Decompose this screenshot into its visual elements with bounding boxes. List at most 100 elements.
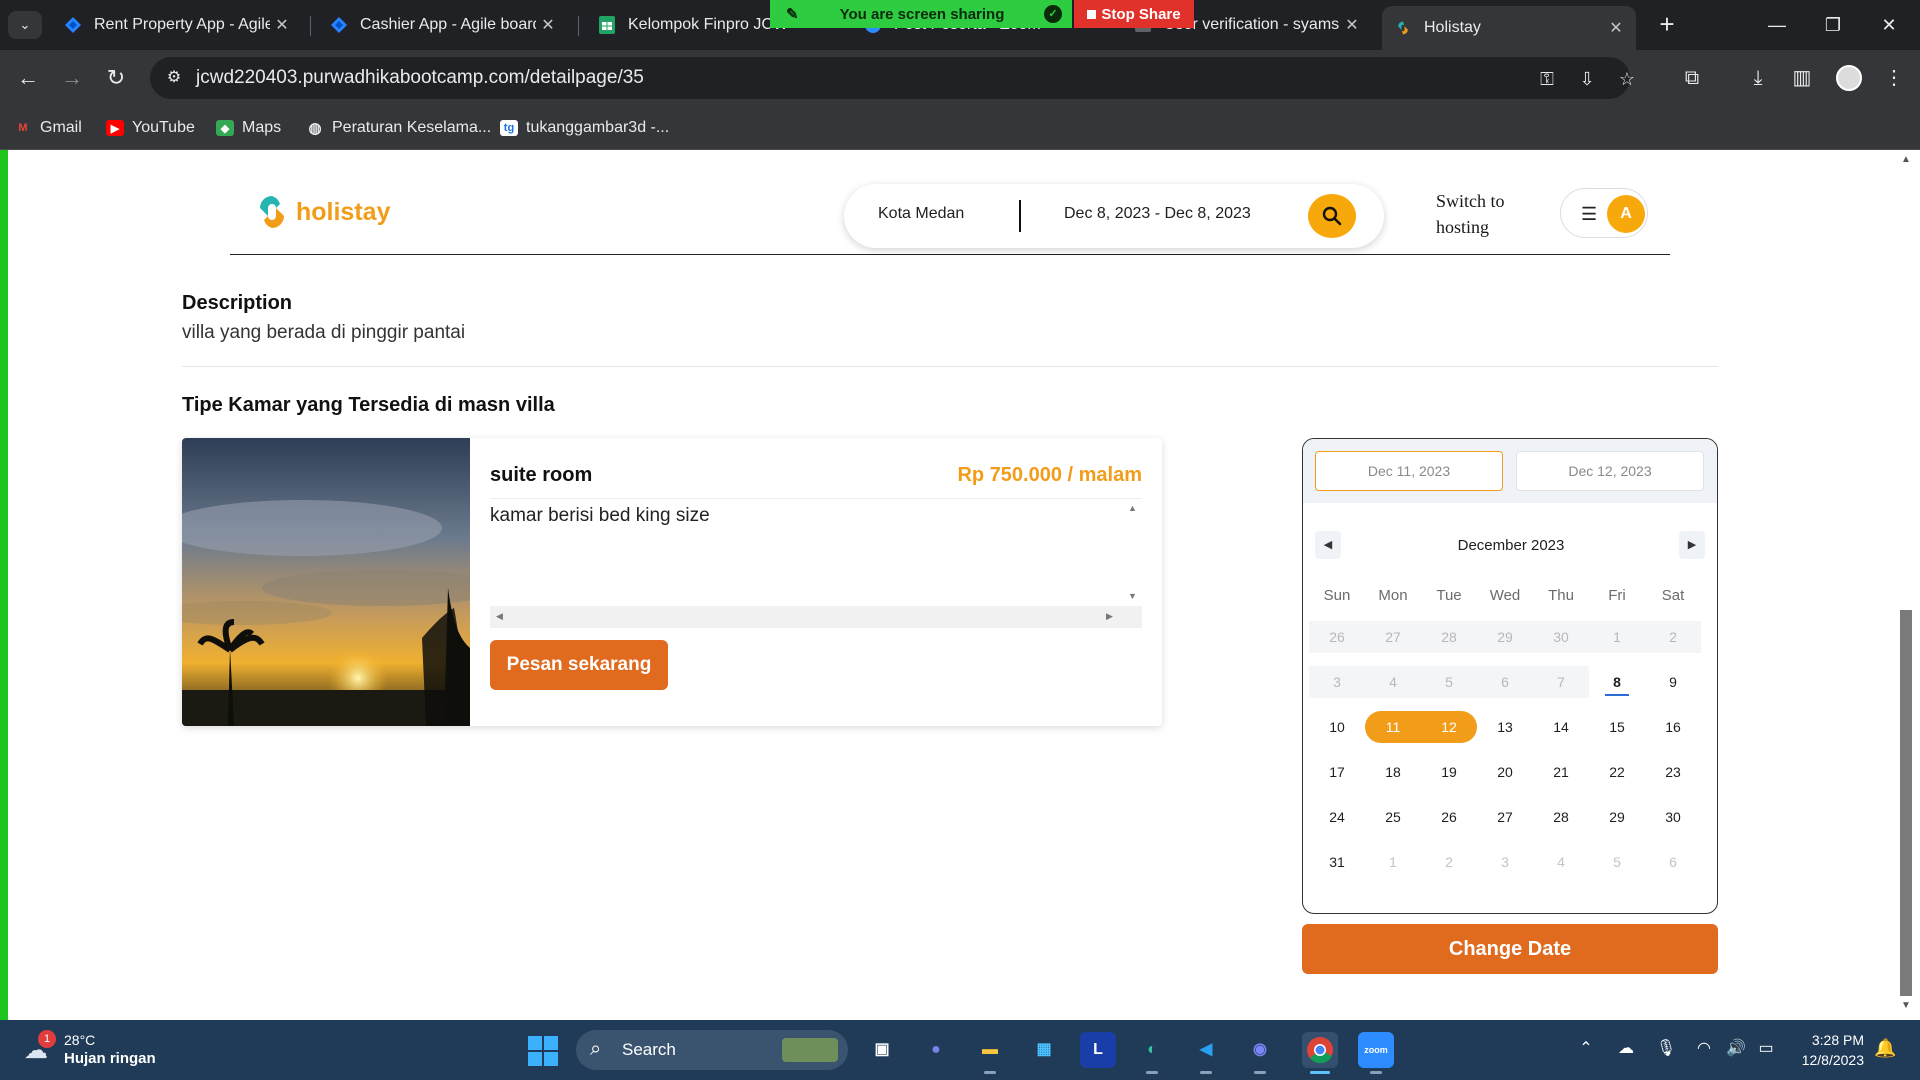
site-settings-icon[interactable]: ⚙ bbox=[164, 68, 184, 88]
next-month-button[interactable]: ▶ bbox=[1679, 531, 1705, 559]
scroll-down-icon[interactable]: ▼ bbox=[1898, 1000, 1914, 1014]
calendar-day[interactable]: 22 bbox=[1589, 756, 1645, 788]
taskbar-search[interactable]: ⌕ Search bbox=[576, 1030, 848, 1070]
stop-share-button[interactable]: Stop Share bbox=[1074, 0, 1194, 28]
holistay-logo[interactable]: holistay bbox=[252, 192, 390, 232]
forward-icon[interactable]: → bbox=[58, 64, 86, 92]
start-date-input[interactable]: Dec 11, 2023 bbox=[1315, 451, 1503, 491]
tab-rent-property[interactable]: Rent Property App - Agile b ✕ bbox=[52, 8, 302, 42]
scroll-up-icon[interactable]: ▲ bbox=[1128, 503, 1137, 513]
calendar-day[interactable]: 27 bbox=[1477, 801, 1533, 833]
file-explorer-icon[interactable]: ▬ bbox=[972, 1032, 1008, 1074]
calendar-day[interactable]: 30 bbox=[1645, 801, 1701, 833]
calendar-day[interactable]: 16 bbox=[1645, 711, 1701, 743]
key-icon[interactable]: ⚿ bbox=[1536, 68, 1558, 90]
search-bar[interactable]: Kota Medan Dec 8, 2023 - Dec 8, 2023 bbox=[844, 184, 1384, 248]
zoom-icon[interactable]: zoom bbox=[1358, 1032, 1394, 1074]
system-clock[interactable]: 3:28 PM 12/8/2023 bbox=[1784, 1030, 1864, 1070]
bookmark-youtube[interactable]: ▶ YouTube bbox=[106, 118, 195, 138]
calendar-day[interactable]: 30 bbox=[1533, 621, 1589, 653]
edge-icon[interactable]: ◐ bbox=[1134, 1032, 1170, 1074]
discord-icon[interactable]: ◉ bbox=[1242, 1032, 1278, 1074]
vertical-scrollbar[interactable]: ▲ ▼ bbox=[1122, 499, 1142, 607]
calendar-day[interactable]: 24 bbox=[1309, 801, 1365, 833]
change-date-button[interactable]: Change Date bbox=[1302, 924, 1718, 974]
book-now-button[interactable]: Pesan sekarang bbox=[490, 640, 668, 690]
downloads-icon[interactable]: ⤓ bbox=[1744, 64, 1772, 92]
user-menu-button[interactable]: ☰ A bbox=[1560, 188, 1648, 238]
calendar-day[interactable]: 31 bbox=[1309, 846, 1365, 878]
bookmark-star-icon[interactable]: ☆ bbox=[1616, 68, 1638, 90]
calendar-day[interactable]: 4 bbox=[1533, 846, 1589, 878]
close-tab-icon[interactable]: ✕ bbox=[536, 15, 560, 35]
reload-icon[interactable]: ↻ bbox=[102, 64, 130, 92]
tab-kelompok-finpro[interactable]: Kelompok Finpro JCWD bbox=[586, 8, 786, 42]
calendar-day[interactable]: 29 bbox=[1589, 801, 1645, 833]
chrome-icon[interactable] bbox=[1302, 1032, 1338, 1074]
calendar-day[interactable]: 17 bbox=[1309, 756, 1365, 788]
search-button[interactable] bbox=[1308, 194, 1356, 238]
switch-to-hosting-link[interactable]: Switch to hosting bbox=[1436, 188, 1536, 240]
calendar-day[interactable]: 28 bbox=[1533, 801, 1589, 833]
calendar-day[interactable]: 26 bbox=[1309, 621, 1365, 653]
weather-widget[interactable]: ☁ 1 28°C Hujan ringan bbox=[20, 1030, 190, 1070]
calendar-day[interactable]: 1 bbox=[1365, 846, 1421, 878]
calendar-day[interactable]: 21 bbox=[1533, 756, 1589, 788]
teams-chat-icon[interactable]: ● bbox=[918, 1032, 954, 1068]
search-location[interactable]: Kota Medan bbox=[878, 205, 964, 223]
scroll-right-icon[interactable]: ▶ bbox=[1106, 611, 1113, 622]
tab-cashier-app[interactable]: Cashier App - Agile board ✕ bbox=[318, 8, 568, 42]
calendar-day[interactable]: 13 bbox=[1477, 711, 1533, 743]
calendar-day[interactable]: 27 bbox=[1365, 621, 1421, 653]
calendar-day[interactable]: 6 bbox=[1645, 846, 1701, 878]
end-date-input[interactable]: Dec 12, 2023 bbox=[1516, 451, 1704, 491]
search-dates[interactable]: Dec 8, 2023 - Dec 8, 2023 bbox=[1064, 205, 1251, 223]
bookmark-gmail[interactable]: M Gmail bbox=[14, 118, 81, 138]
bookmark-tukanggambar[interactable]: tg tukanggambar3d -... bbox=[500, 118, 669, 138]
calendar-day[interactable]: 14 bbox=[1533, 711, 1589, 743]
calendar-day[interactable]: 2 bbox=[1421, 846, 1477, 878]
close-window-icon[interactable]: ✕ bbox=[1866, 10, 1912, 40]
calendar-day[interactable]: 7 bbox=[1533, 666, 1589, 698]
windows-start-icon[interactable] bbox=[528, 1036, 558, 1066]
calendar-day[interactable]: 29 bbox=[1477, 621, 1533, 653]
extensions-icon[interactable]: ⧉ bbox=[1678, 64, 1706, 92]
back-icon[interactable]: ← bbox=[14, 64, 42, 92]
battery-icon[interactable]: ▭ bbox=[1754, 1038, 1778, 1058]
task-view-icon[interactable]: ▣ bbox=[864, 1032, 900, 1068]
onedrive-icon[interactable]: ☁ bbox=[1614, 1038, 1638, 1058]
calendar-day[interactable]: 19 bbox=[1421, 756, 1477, 788]
more-menu-icon[interactable]: ⋮ bbox=[1880, 64, 1908, 92]
side-panel-icon[interactable]: ▥ bbox=[1788, 64, 1816, 92]
scroll-up-icon[interactable]: ▲ bbox=[1898, 154, 1914, 168]
bookmark-peraturan[interactable]: ◍ Peraturan Keselama... bbox=[306, 118, 491, 138]
volume-icon[interactable]: 🔊 bbox=[1724, 1038, 1748, 1058]
close-tab-icon[interactable]: ✕ bbox=[1340, 15, 1364, 35]
calendar-day[interactable]: 11 bbox=[1365, 711, 1421, 743]
calendar-day[interactable]: 10 bbox=[1309, 711, 1365, 743]
calendar-day[interactable]: 5 bbox=[1421, 666, 1477, 698]
calendar-day[interactable]: 3 bbox=[1477, 846, 1533, 878]
calendar-day[interactable]: 5 bbox=[1589, 846, 1645, 878]
minimize-icon[interactable]: — bbox=[1754, 10, 1800, 40]
calendar-day[interactable]: 1 bbox=[1589, 621, 1645, 653]
calendar-day[interactable]: 8 bbox=[1589, 666, 1645, 698]
address-bar[interactable]: ⚙ jcwd220403.purwadhikabootcamp.com/deta… bbox=[150, 57, 1635, 99]
calendar-day[interactable]: 18 bbox=[1365, 756, 1421, 788]
calendar-day[interactable]: 9 bbox=[1645, 666, 1701, 698]
new-tab-button[interactable]: + bbox=[1652, 10, 1682, 40]
restore-icon[interactable]: ❐ bbox=[1810, 10, 1856, 40]
show-hidden-icons[interactable]: ⌃ bbox=[1574, 1038, 1598, 1058]
bookmark-maps[interactable]: ◆ Maps bbox=[216, 118, 281, 138]
close-tab-icon[interactable]: ✕ bbox=[270, 15, 294, 35]
calendar-day[interactable]: 28 bbox=[1421, 621, 1477, 653]
url-text[interactable]: jcwd220403.purwadhikabootcamp.com/detail… bbox=[196, 67, 644, 89]
scroll-left-icon[interactable]: ◀ bbox=[496, 611, 503, 622]
store-icon[interactable]: ▦ bbox=[1026, 1032, 1062, 1068]
calendar-day[interactable]: 20 bbox=[1477, 756, 1533, 788]
calendar-day[interactable]: 6 bbox=[1477, 666, 1533, 698]
scroll-down-icon[interactable]: ▼ bbox=[1128, 591, 1137, 601]
calendar-day[interactable]: 15 bbox=[1589, 711, 1645, 743]
room-description-box[interactable]: kamar berisi bed king size ▲ ▼ ◀ ▶ bbox=[490, 498, 1142, 628]
vscode-icon[interactable]: ◀ bbox=[1188, 1032, 1224, 1074]
